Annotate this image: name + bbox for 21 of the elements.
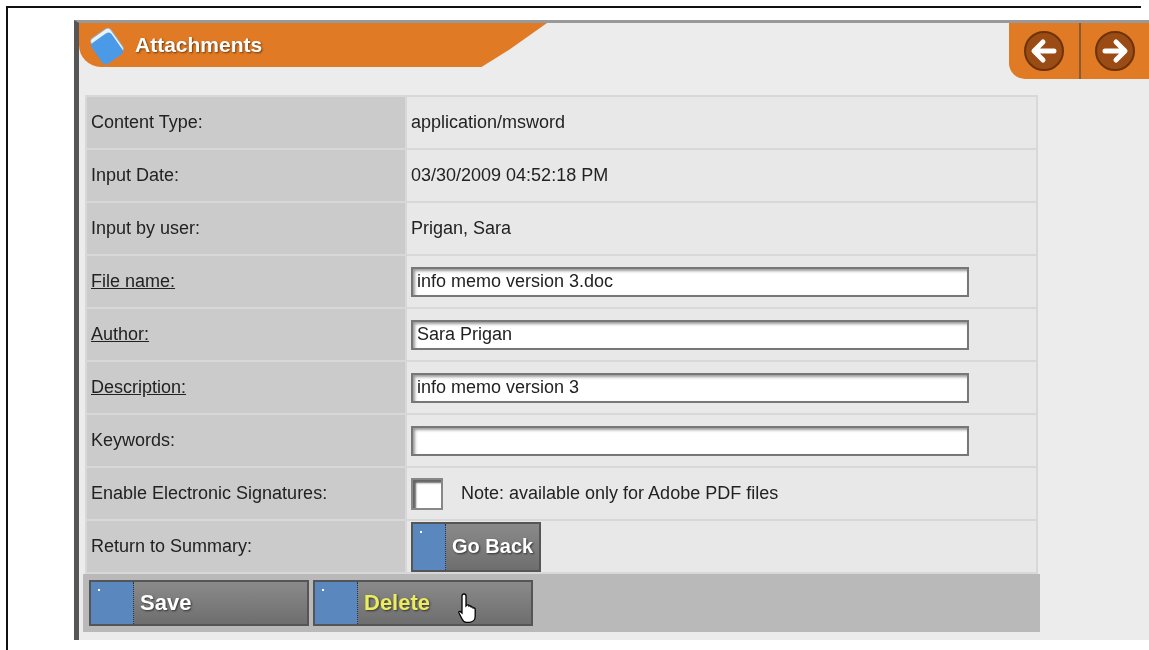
window-title: Attachments <box>135 33 263 57</box>
field-label: Enable Electronic Signatures: <box>91 483 328 503</box>
input-field[interactable]: info memo version 3.doc <box>411 266 969 297</box>
field-value: application/msword <box>411 112 566 132</box>
field-label: Description: <box>91 377 187 397</box>
checkbox[interactable] <box>411 477 443 510</box>
note-text: Note: available only for Adobe PDF files <box>461 483 779 503</box>
field-label: Author: <box>91 324 150 344</box>
go-back-button[interactable]: Go Back <box>411 521 542 572</box>
field-label: Input Date: <box>91 165 180 185</box>
action-button[interactable]: Save <box>89 580 309 626</box>
field-label: File name: <box>91 271 176 291</box>
input-field[interactable]: info memo version 3 <box>411 372 969 403</box>
field-label: Keywords: <box>91 430 176 450</box>
field-label: Input by user: <box>91 218 201 238</box>
field-label: Return to Summary: <box>91 536 253 556</box>
field-value: 03/30/2009 04:52:18 PM <box>411 165 609 185</box>
input-field[interactable]: Sara Prigan <box>411 319 969 350</box>
field-label: Content Type: <box>91 112 203 132</box>
input-field[interactable] <box>411 425 969 456</box>
field-value: Prigan, Sara <box>411 218 512 238</box>
